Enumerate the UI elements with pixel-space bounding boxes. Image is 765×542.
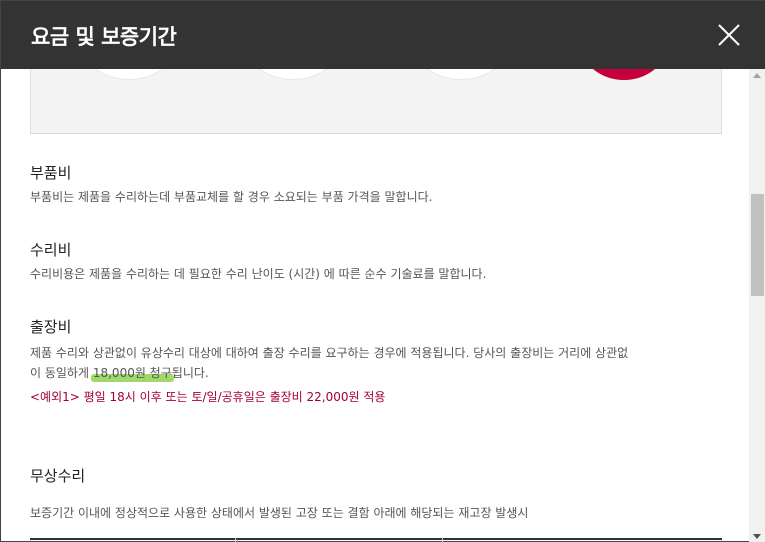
table-column-divider — [442, 538, 443, 542]
scrollbar-thumb[interactable] — [751, 194, 764, 296]
repair-fee-title: 수리비 — [30, 241, 72, 259]
scroll-down-icon[interactable] — [753, 534, 761, 539]
modal-header: 요금 및 보증기간 — [1, 1, 765, 69]
visit-fee-desc-post: 됩니다. — [171, 366, 209, 380]
visit-fee-title: 출장비 — [30, 318, 72, 336]
repair-fee-desc: 수리비용은 제품을 수리하는 데 필요한 수리 난이도 (시간) 에 따른 순수… — [30, 267, 487, 281]
table-top-border — [30, 538, 722, 542]
visit-fee-desc-line2: 이 동일하게 18,000원 청구됩니다. — [30, 363, 730, 383]
fee-warranty-modal: 요금 및 보증기간 부품비 부품비는 제품을 수리하는데 부품교체를 할 경우 … — [0, 0, 765, 542]
modal-title: 요금 및 보증기간 — [31, 25, 177, 49]
visit-fee-desc: 제품 수리와 상관없이 유상수리 대상에 대하여 출장 수리를 요구하는 경우에… — [30, 343, 730, 383]
scroll-up-icon[interactable] — [753, 73, 761, 78]
visit-fee-desc-line1: 제품 수리와 상관없이 유상수리 대상에 대하여 출장 수리를 요구하는 경우에… — [30, 346, 629, 360]
visit-fee-highlight: 18,000원 청구 — [92, 366, 172, 380]
illustration-circle — [411, 69, 511, 80]
modal-body: 부품비 부품비는 제품을 수리하는데 부품교체를 할 경우 소요되는 부품 가격… — [1, 69, 749, 542]
parts-fee-title: 부품비 — [30, 164, 72, 182]
visit-fee-desc-pre: 이 동일하게 — [30, 366, 93, 380]
close-icon[interactable] — [713, 19, 745, 51]
free-repair-desc: 보증기간 이내에 정상적으로 사용한 상태에서 발생된 고장 또는 결함 아래에… — [30, 506, 529, 520]
free-repair-title: 무상수리 — [30, 467, 86, 485]
parts-fee-desc: 부품비는 제품을 수리하는데 부품교체를 할 경우 소요되는 부품 가격을 말합… — [30, 190, 433, 204]
fee-illustration — [30, 69, 722, 134]
illustration-circle-highlight — [579, 69, 669, 80]
illustration-circle — [243, 69, 343, 80]
visit-fee-exception: <예외1> 평일 18시 이후 또는 토/일/공휴일은 출장비 22,000원 … — [30, 390, 386, 404]
illustration-circle — [79, 69, 179, 80]
table-column-divider — [235, 538, 236, 542]
vertical-scrollbar[interactable] — [749, 69, 765, 542]
